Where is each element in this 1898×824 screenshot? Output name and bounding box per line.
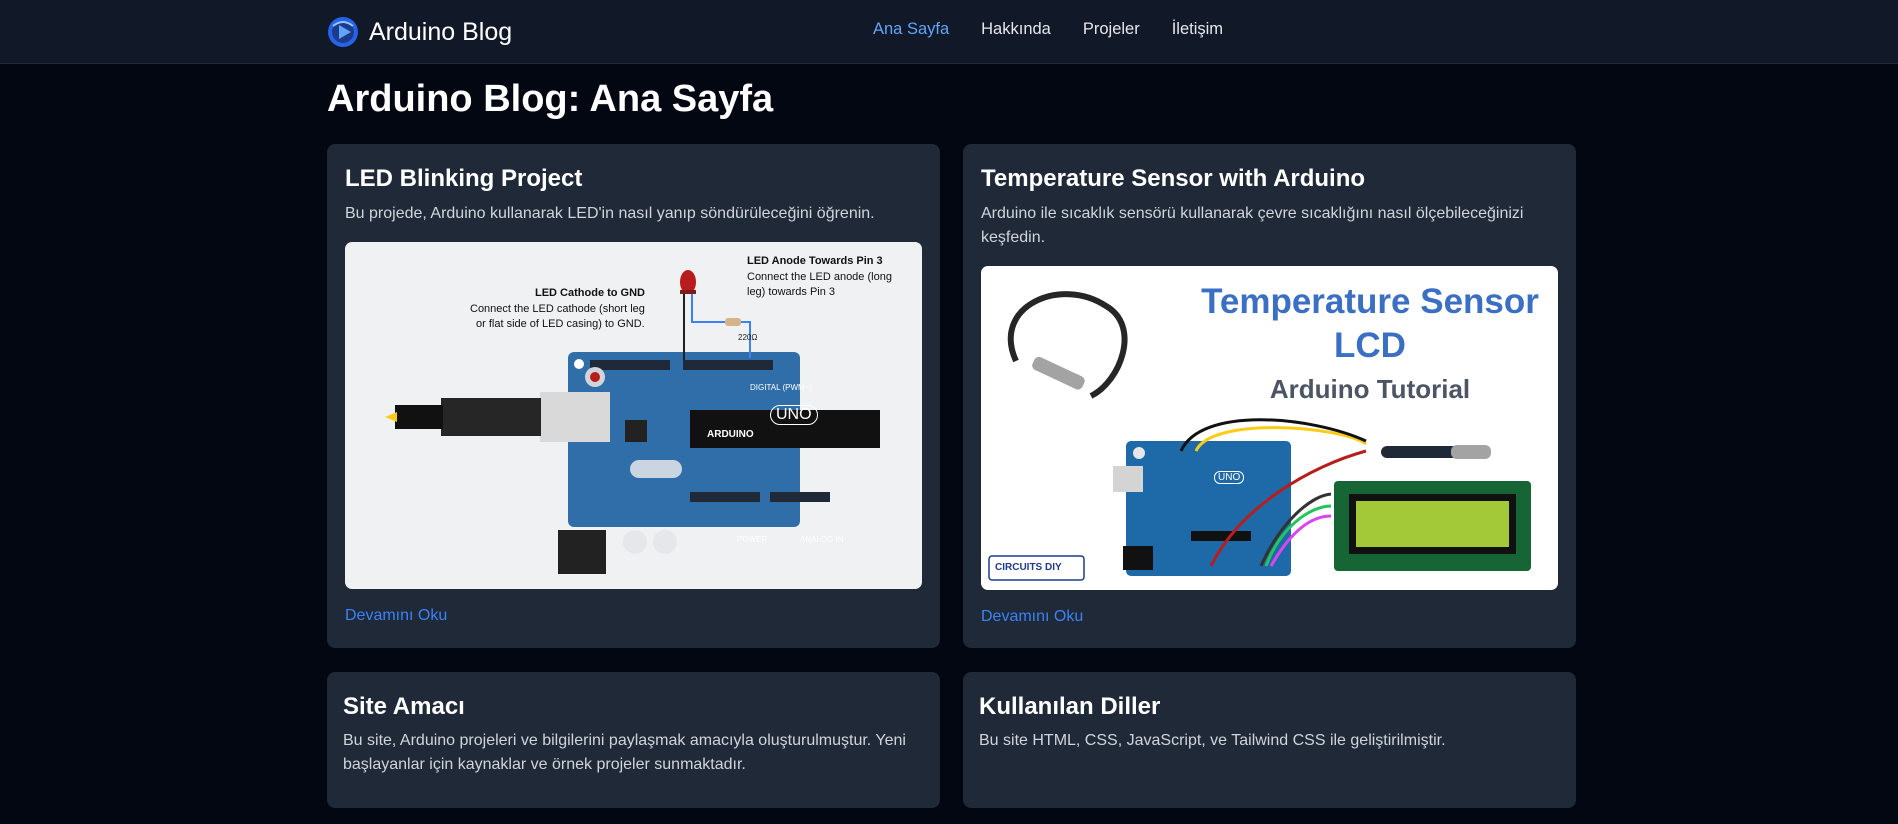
analog-pins-label: ANALOG IN xyxy=(800,535,844,544)
image-heading-line-2: LCD xyxy=(1334,326,1406,365)
project-card-temperature: Temperature Sensor with Arduino Arduino … xyxy=(963,144,1576,648)
nav-link-ana-sayfa[interactable]: Ana Sayfa xyxy=(873,20,949,39)
anode-line-2: leg) towards Pin 3 xyxy=(747,286,836,298)
read-more-link[interactable]: Devamını Oku xyxy=(345,607,447,625)
anode-line-1: Connect the LED anode (long xyxy=(747,271,892,283)
project-title: LED Blinking Project xyxy=(345,165,583,192)
anode-title: LED Anode Towards Pin 3 xyxy=(747,255,883,267)
digital-pins-label: DIGITAL (PWM~) xyxy=(750,383,812,392)
info-card-languages: Kullanılan Diller Bu site HTML, CSS, Jav… xyxy=(963,672,1576,808)
cathode-title: LED Cathode to GND xyxy=(535,287,645,299)
brand-title: Arduino Blog xyxy=(369,17,513,46)
info-title: Kullanılan Diller xyxy=(979,693,1161,720)
board-model-label: UNO xyxy=(770,405,818,425)
project-title: Temperature Sensor with Arduino xyxy=(981,165,1366,192)
brand-link[interactable]: Arduino Blog xyxy=(327,14,512,50)
info-text: Bu site, Arduino projeleri ve bilgilerin… xyxy=(343,732,906,773)
project-description: Arduino ile sıcaklık sensörü kullanarak … xyxy=(981,205,1524,246)
nav-link-hakkinda[interactable]: Hakkında xyxy=(981,20,1051,39)
arduino-logo-icon xyxy=(328,17,358,47)
cathode-line-2: or flat side of LED casing) to GND. xyxy=(476,318,645,330)
nav-link-iletisim[interactable]: İletişim xyxy=(1172,20,1223,39)
project-description: Bu projede, Arduino kullanarak LED'in na… xyxy=(345,205,875,222)
project-card-led: LED Blinking Project Bu projede, Arduino… xyxy=(327,144,940,648)
nav-link-projeler[interactable]: Projeler xyxy=(1083,20,1140,39)
resistor-label: 220Ω xyxy=(738,333,758,342)
info-card-site-purpose: Site Amacı Bu site, Arduino projeleri ve… xyxy=(327,672,940,808)
nav-links: Ana Sayfa Hakkında Projeler İletişim xyxy=(873,20,1255,39)
info-title: Site Amacı xyxy=(343,693,465,720)
read-more-link[interactable]: Devamını Oku xyxy=(981,608,1083,626)
top-nav: Arduino Blog Ana Sayfa Hakkında Projeler… xyxy=(0,0,1898,64)
board-model-label: UNO xyxy=(1214,471,1245,484)
board-brand-label: ARDUINO xyxy=(707,429,754,440)
circuits-diy-logo: CIRCUITS DIY xyxy=(995,562,1062,573)
info-text: Bu site HTML, CSS, JavaScript, ve Tailwi… xyxy=(979,732,1446,749)
image-heading-line-1: Temperature Sensor xyxy=(1201,282,1539,321)
project-image-led: ARDUINO UNO DIGITAL (PWM~) POWER ANALOG … xyxy=(345,242,922,589)
page-title: Arduino Blog: Ana Sayfa xyxy=(327,78,774,120)
cathode-line-1: Connect the LED cathode (short leg xyxy=(470,303,645,315)
project-image-temperature: Temperature Sensor LCD Arduino Tutorial … xyxy=(981,266,1558,590)
image-subheading: Arduino Tutorial xyxy=(1269,374,1471,404)
power-pins-label: POWER xyxy=(737,535,768,544)
